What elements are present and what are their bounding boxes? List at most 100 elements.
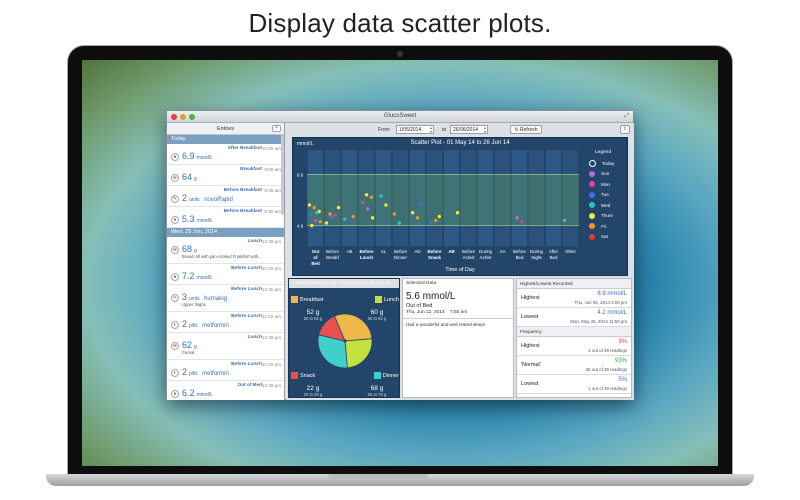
- entry-number: 6.2: [182, 388, 195, 398]
- entry-time: 8:35 am: [264, 188, 281, 193]
- freq-detail: 36 out of 39 readings: [585, 367, 627, 372]
- legend-swatch: [589, 191, 595, 198]
- entry-number: 6.9: [182, 151, 195, 161]
- entry-row[interactable]: ⊕ Breakfast 9:00 am 64 g: [167, 165, 284, 186]
- x-tick-label: Breakf: [326, 255, 339, 260]
- add-entry-button[interactable]: +: [272, 125, 281, 132]
- laptop-bezel: GlucoSweet ⤢ Entries + Today ● After Break…: [68, 46, 732, 476]
- to-date-value: 26/06/2014: [453, 127, 479, 133]
- data-point: [342, 217, 347, 221]
- carb-meal: Snack 22 g 20 to 40 g: [291, 367, 335, 397]
- scatter-plot-svg: 8.64.6OutofBedBeforeBreakfAB BeforeLunchA…: [297, 150, 579, 266]
- headline: Display data scatter plots.: [248, 8, 552, 38]
- entry-number: 2: [182, 193, 188, 203]
- freq-label: Highest: [521, 343, 540, 349]
- carb-meal-value: 60 g: [370, 309, 384, 316]
- to-date-field[interactable]: 26/06/2014 ▴ ▾: [450, 125, 488, 134]
- entry-row[interactable]: ● Out of Bed 12:28 pm 6.2 mmol/L: [167, 381, 284, 400]
- laptop-base: [46, 474, 754, 486]
- freq-row: Lowest 5% 1 out of 39 readings: [517, 375, 631, 394]
- carb-swatch: [291, 296, 298, 304]
- data-point: [515, 216, 519, 220]
- entry-row[interactable]: ✎ Before Lunch 12:25 pm 3 units humalog Upper…: [167, 285, 284, 312]
- highlow-rows: Highest 8.9 mmol/L Thu, Jun 05, 2014 3:00 …: [517, 289, 631, 327]
- data-point: [310, 223, 314, 228]
- scatter-chart[interactable]: 8.6 4.6 Out of Bed Before Breakf AB Before Lunch A…: [292, 137, 628, 276]
- carb-meal-range: 50 to 55 g: [303, 316, 323, 321]
- sidebar-scrollbar[interactable]: [281, 135, 284, 215]
- laptop-notch: [328, 474, 428, 479]
- data-point: [366, 207, 370, 211]
- x-tick-label: AB: [347, 249, 353, 254]
- freq-label: Lowest: [521, 381, 539, 387]
- x-tick-label: Before: [428, 249, 442, 254]
- data-point: [324, 221, 329, 225]
- entry-number: 5.3: [182, 214, 195, 224]
- entry-row[interactable]: ⊕ Lunch 12:28 pm 68 g Bread roll with pan-coo…: [167, 237, 284, 264]
- syringe-icon: ✎: [171, 195, 179, 203]
- fullscreen-icon[interactable]: ⤢: [624, 113, 629, 120]
- from-date-stepper[interactable]: ▴ ▾: [430, 126, 432, 134]
- selected-note: Had a wonderful and well rested sleep!: [406, 322, 486, 327]
- data-point: [369, 195, 374, 200]
- carb-swatch: [373, 372, 381, 380]
- entry-note: Cereal: [182, 350, 195, 355]
- x-tick-label: Out: [312, 249, 320, 254]
- x-tick-label: AA: [500, 249, 506, 254]
- chart-y-axis-label: mmol/L: [297, 141, 314, 147]
- pill-icon: ◐: [171, 321, 179, 329]
- from-date-value: 1/05/2014: [399, 127, 422, 133]
- legend-label: Fri: [601, 223, 607, 229]
- to-date-stepper[interactable]: ▴ ▾: [484, 126, 486, 134]
- from-date-field[interactable]: 1/05/2014 ▴ ▾: [396, 125, 434, 134]
- entry-value: 3 units humalog: [182, 292, 227, 302]
- entry-row[interactable]: ✎ Before Breakfast 8:35 am 2 units novoRapid: [167, 186, 284, 207]
- carb-meal-name: Lunch: [384, 296, 399, 303]
- legend-title: Legend: [594, 150, 611, 155]
- share-icon[interactable]: ⇪: [620, 125, 630, 134]
- entry-value: 2 units novoRapid: [182, 193, 233, 203]
- x-tick-label: Bed: [550, 255, 558, 260]
- entry-number: 2: [182, 367, 188, 377]
- pill-icon: ◐: [171, 369, 179, 377]
- highest-lowest-panel: Highest/Lowest Recorded Highest 8.9 mmol/…: [516, 278, 632, 398]
- x-tick-label: Bed: [311, 261, 320, 266]
- data-point: [397, 221, 401, 225]
- entry-value: 6.2 mmol/L: [182, 388, 213, 398]
- entry-time: 12:28 pm: [261, 239, 281, 244]
- entry-row[interactable]: ● Before Breakfast 8:30 am 5.3 mmol/L: [167, 207, 284, 228]
- refresh-button[interactable]: ↻ Refresh: [510, 125, 542, 134]
- entry-extra: metformin: [202, 371, 229, 377]
- entry-value: 68 g: [182, 244, 197, 254]
- entry-row[interactable]: ◐ Before Lunch 11:02 am 2 pills metformin: [167, 312, 284, 333]
- data-point: [329, 216, 333, 220]
- entry-unit: mmol/L: [196, 275, 213, 281]
- entry-row[interactable]: ● After Breakfast 10:30 am 6.9 mmol/L: [167, 144, 284, 165]
- entry-time: 12:25 pm: [261, 266, 281, 271]
- x-tick-label: of: [313, 255, 318, 260]
- entry-row[interactable]: ⊕ Lunch 12:28 pm 62 g Cereal: [167, 333, 284, 360]
- rows-label: Highest: [521, 295, 540, 301]
- data-point: [315, 211, 319, 215]
- window-title: GlucoSweet: [383, 113, 417, 119]
- rows-label: Lowest: [521, 314, 539, 320]
- data-point: [520, 219, 524, 224]
- entries-title: Entries: [216, 126, 235, 132]
- x-tick-label: Night: [531, 255, 542, 260]
- title-bar: GlucoSweet ⤢: [167, 111, 633, 123]
- target-range-band: [307, 174, 579, 226]
- entry-row[interactable]: ● Before Lunch 12:25 pm 7.2 mmol/L: [167, 264, 284, 285]
- x-tick-label: Dinner: [394, 255, 407, 260]
- entry-row[interactable]: ◐ Before Lunch 12:25 pm 2 pills metformin: [167, 360, 284, 381]
- data-point: [308, 213, 313, 217]
- entry-value: 7.2 mmol/L: [182, 271, 213, 281]
- data-point: [429, 221, 433, 225]
- toolbar: From 1/05/2014 ▴ ▾ to 26/06/2014 ▴ ▾ ↻ Re: [286, 123, 634, 137]
- freq-row: Highest 3% 1 out of 39 readings: [517, 337, 631, 356]
- carb-meal-value: 52 g: [306, 309, 320, 316]
- entry-time: 8:30 am: [264, 209, 281, 214]
- carb-meal-value: 68 g: [370, 385, 384, 392]
- frequency-rows: Highest 3% 1 out of 39 readings 'Normal' 93%…: [517, 337, 631, 394]
- data-point: [434, 218, 438, 223]
- data-point: [379, 194, 383, 198]
